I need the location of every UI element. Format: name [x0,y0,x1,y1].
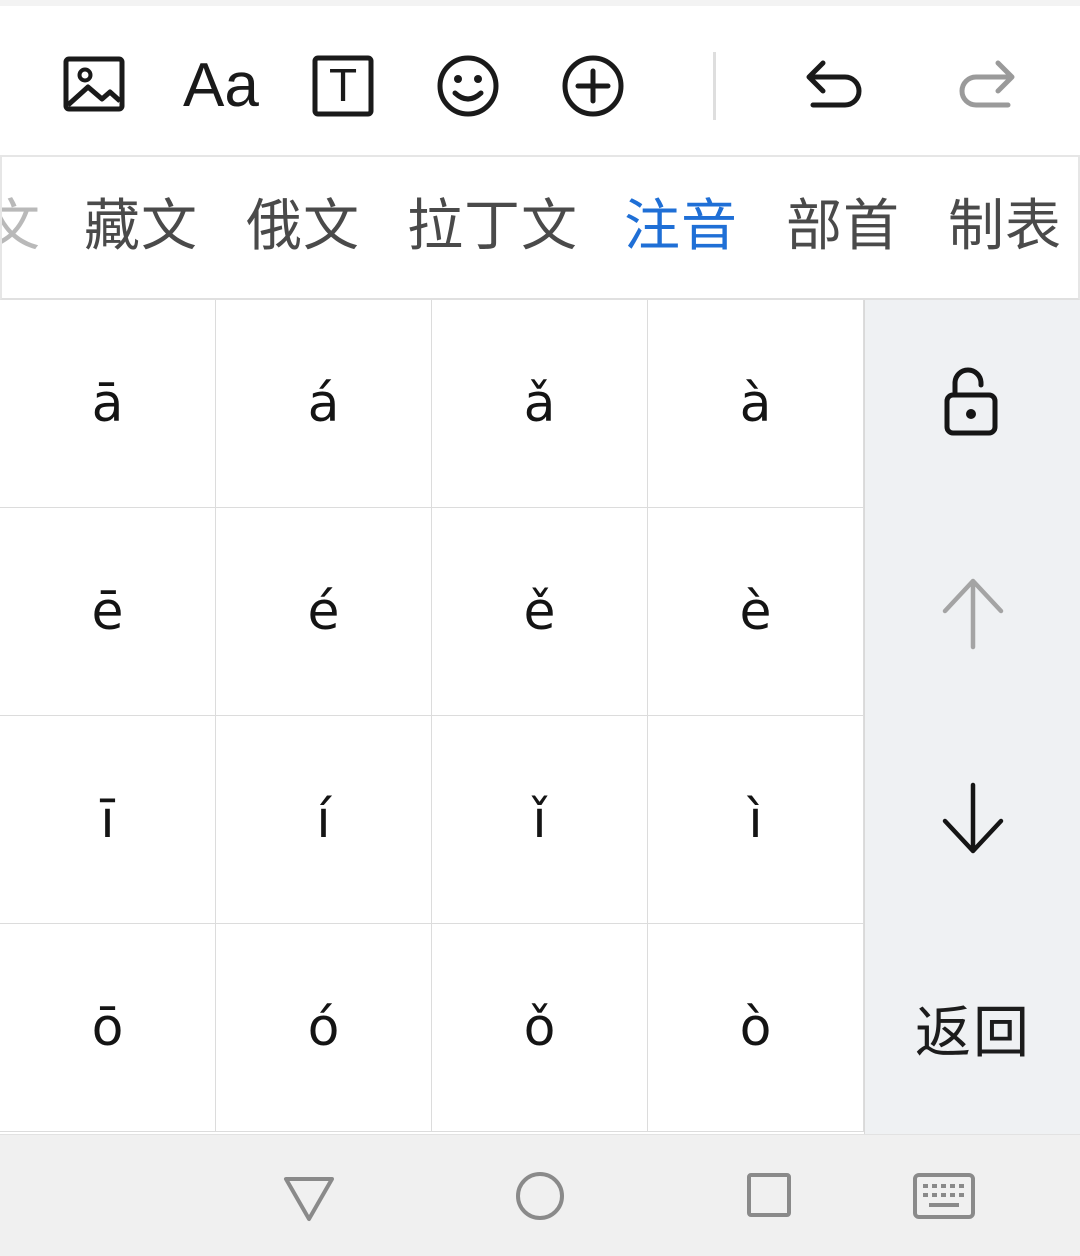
image-icon [63,56,125,112]
arrow-down-icon [942,782,1004,854]
key-o4[interactable]: ò [648,924,864,1132]
text-format-icon: Aa [183,51,263,121]
key-e1[interactable]: ē [0,508,216,716]
keyboard-icon [913,1173,975,1219]
home-circle-icon [516,1172,564,1220]
key-a3[interactable]: ǎ [432,300,648,508]
back-label: 返回 [915,1000,1031,1066]
undo-icon [806,60,862,108]
add-icon [562,55,624,117]
editor-toolbar: Aa T [0,0,1080,155]
nav-back-button[interactable] [274,1165,344,1225]
tab-table-drawing[interactable]: 制表 [948,195,1062,259]
emoji-button[interactable] [432,43,508,129]
undo-button[interactable] [797,43,873,129]
tab-zhuyin[interactable]: 注音 [624,195,738,259]
tab-tibetan[interactable]: 藏文 [84,195,198,259]
recents-square-icon [747,1173,791,1217]
text-box-button[interactable]: T [307,43,383,129]
unlock-icon [944,367,998,436]
redo-icon [959,60,1015,108]
page-down-button[interactable] [865,716,1080,924]
text-format-button[interactable]: Aa [183,43,259,129]
tab-latin[interactable]: 拉丁文 [407,195,578,259]
key-e3[interactable]: ě [432,508,648,716]
key-e4[interactable]: è [648,508,864,716]
nav-recents-button[interactable] [734,1165,804,1225]
tab-radicals[interactable]: 部首 [786,195,900,259]
font-label: Aa [183,51,259,120]
image-button[interactable] [58,43,134,129]
key-a1[interactable]: ā [0,300,216,508]
nav-keyboard-button[interactable] [908,1165,978,1225]
key-o3[interactable]: ǒ [432,924,648,1132]
page-up-button[interactable] [865,508,1080,716]
nav-home-button[interactable] [505,1165,575,1225]
tab-russian[interactable]: 俄文 [246,195,360,259]
key-i4[interactable]: ì [648,716,864,924]
key-i2[interactable]: í [216,716,432,924]
back-button[interactable]: 返回 [865,924,1080,1132]
redo-button[interactable] [950,43,1026,129]
key-i1[interactable]: ī [0,716,216,924]
key-a4[interactable]: à [648,300,864,508]
symbol-category-tabs: 文 藏文 俄文 拉丁文 注音 部首 制表 [0,155,1080,300]
tab-partial[interactable]: 文 [2,195,41,259]
key-i3[interactable]: ǐ [432,716,648,924]
key-e2[interactable]: é [216,508,432,716]
emoji-icon [437,55,499,117]
key-o1[interactable]: ō [0,924,216,1132]
key-a2[interactable]: á [216,300,432,508]
pinyin-key-grid: ā á ǎ à ē é ě è ī í ǐ ì ō ó ǒ ò [0,300,864,1134]
side-control-panel: 返回 [864,300,1080,1134]
add-button[interactable] [557,43,633,129]
back-triangle-icon [284,1177,334,1221]
toolbar-divider [713,52,716,120]
lock-toggle-button[interactable] [865,300,1080,508]
text-box-glyph: T [328,59,358,111]
key-o2[interactable]: ó [216,924,432,1132]
system-nav-bar [0,1134,1080,1256]
arrow-up-icon [942,578,1004,650]
